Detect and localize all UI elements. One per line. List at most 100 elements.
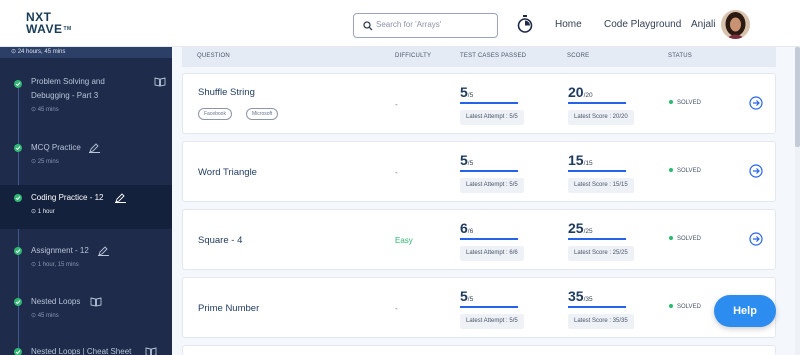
latest-score-pill: Latest Score : 15/15 [568, 178, 634, 193]
logo-tm: TM [63, 26, 72, 32]
sidebar-item-nested-loops[interactable]: Nested Loops ⊙ 45 mins [0, 295, 172, 323]
sidebar-item-problem-solving[interactable]: Problem Solving and Debugging - Part 3 ⊙… [0, 75, 172, 125]
nav-home-link[interactable]: Home [555, 19, 582, 30]
sidebar-item-title: Assignment - 12 [31, 246, 89, 255]
tests-progress-bar [460, 102, 518, 104]
difficulty-value: Easy [395, 236, 413, 245]
header-difficulty: DIFFICULTY [395, 53, 432, 59]
sidebar-item-title: Nested Loops | Cheat Sheet [31, 347, 132, 355]
table-row-prime-number[interactable]: Prime Number - 5/5 Latest Attempt : 5/5 … [182, 277, 776, 338]
latest-attempt-pill: Latest Attempt : 6/6 [460, 246, 524, 261]
tests-passed-value: 5 [460, 84, 468, 100]
pencil-icon [89, 143, 100, 153]
book-icon [145, 347, 157, 355]
sidebar-item-duration: 45 mins [37, 107, 59, 113]
question-title[interactable]: Shuffle String [198, 87, 255, 98]
tests-progress-bar [460, 306, 518, 308]
difficulty-value: - [395, 100, 398, 109]
score-progress-bar [568, 238, 626, 240]
completed-check-icon [14, 247, 22, 255]
clock-icon: ⊙ [31, 107, 38, 113]
book-icon [90, 297, 102, 307]
difficulty-value: - [395, 168, 398, 177]
tag-microsoft: Microsoft [246, 108, 279, 120]
completed-check-icon [14, 80, 22, 88]
tests-total-value: /5 [467, 92, 474, 99]
clock-icon: ⊙ [31, 313, 38, 319]
tests-total-value: /5 [467, 160, 474, 167]
book-icon [154, 77, 166, 87]
completed-check-icon [14, 298, 22, 306]
top-header: NXT WAVETM Search for 'Arrays' Home Code… [0, 0, 800, 47]
sidebar-item-nested-loops-cheat-sheet[interactable]: Nested Loops | Cheat Sheet [0, 345, 172, 355]
score-value: 25 [568, 220, 584, 236]
latest-score-pill: Latest Score : 20/20 [568, 110, 634, 125]
score-progress-bar [568, 306, 626, 308]
question-title[interactable]: Word Triangle [198, 167, 257, 178]
scrollbar-thumb[interactable] [795, 47, 800, 147]
tests-total-value: /6 [467, 228, 474, 235]
sidebar-item-assignment-12[interactable]: Assignment - 12 ⊙ 1 hour, 15 mins [0, 244, 172, 272]
score-value: 15 [568, 152, 584, 168]
table-row-square-4[interactable]: Square - 4 Easy 6/6 Latest Attempt : 6/6… [182, 209, 776, 270]
arrow-right-circle-icon[interactable] [749, 232, 763, 246]
sidebar-item-coding-practice-12[interactable]: Coding Practice - 12 ⊙ 1 hour [0, 185, 172, 229]
latest-score-pill: Latest Score : 35/35 [568, 314, 634, 329]
search-icon [363, 21, 373, 31]
sidebar-item-title-line2: Debugging - Part 3 [31, 91, 99, 100]
stopwatch-icon[interactable] [517, 15, 533, 33]
score-total-value: /25 [583, 228, 593, 235]
arrow-right-circle-icon[interactable] [749, 96, 763, 110]
tests-total-value: /5 [467, 296, 474, 303]
solved-dot-icon [669, 100, 673, 105]
sidebar-item-title: Nested Loops [31, 297, 81, 306]
sidebar-item-title: MCQ Practice [31, 143, 81, 152]
latest-attempt-pill: Latest Attempt : 5/5 [460, 314, 524, 329]
search-input[interactable]: Search for 'Arrays' [353, 13, 498, 38]
tests-progress-bar [460, 238, 518, 240]
table-row-next[interactable] [182, 345, 776, 355]
avatar[interactable] [721, 10, 750, 39]
sidebar-item-duration: 45 mins [37, 313, 59, 319]
score-total-value: /35 [583, 296, 593, 303]
sidebar-item-title: Problem Solving and [31, 77, 105, 86]
pencil-icon [115, 193, 126, 203]
clock-icon: ⊙ [31, 159, 38, 165]
clock-icon: ⊙ [31, 262, 38, 268]
header-question: QUESTION [197, 53, 230, 59]
sidebar-item-duration: 1 hour [37, 209, 55, 215]
sidebar-total-duration: ⊙ 24 hours, 45 mins [0, 47, 172, 58]
table-row-shuffle-string[interactable]: Shuffle String Facebook Microsoft - 5/5 … [182, 73, 776, 134]
sidebar-item-duration: 1 hour, 15 mins [37, 262, 79, 268]
tests-progress-bar [460, 170, 518, 172]
table-header: QUESTION DIFFICULTY TEST CASES PASSED SC… [182, 47, 776, 67]
latest-attempt-pill: Latest Attempt : 5/5 [460, 178, 524, 193]
user-name[interactable]: Anjali [691, 19, 715, 30]
clock-icon: ⊙ [11, 49, 18, 55]
help-button[interactable]: Help [714, 295, 776, 327]
nxtwave-logo[interactable]: NXT WAVETM [26, 11, 86, 37]
solved-dot-icon [669, 168, 673, 173]
sidebar-item-duration: 25 mins [37, 159, 59, 165]
sidebar-item-mcq-practice[interactable]: MCQ Practice ⊙ 25 mins [0, 141, 172, 169]
arrow-right-circle-icon[interactable] [749, 164, 763, 178]
clock-icon: ⊙ [31, 209, 38, 215]
nav-code-playground-link[interactable]: Code Playground [604, 19, 681, 30]
pencil-icon [98, 246, 109, 256]
question-title[interactable]: Square - 4 [198, 235, 242, 246]
latest-score-pill: Latest Score : 25/25 [568, 246, 634, 261]
tests-passed-value: 5 [460, 288, 468, 304]
total-duration-text: 24 hours, 45 mins [17, 49, 66, 55]
completed-check-icon [14, 348, 22, 355]
tests-passed-value: 6 [460, 220, 468, 236]
score-total-value: /20 [583, 92, 593, 99]
tests-passed-value: 5 [460, 152, 468, 168]
tag-facebook: Facebook [198, 108, 232, 120]
table-row-word-triangle[interactable]: Word Triangle - 5/5 Latest Attempt : 5/5… [182, 141, 776, 202]
header-score: SCORE [567, 53, 590, 59]
status-badge: SOLVED [677, 236, 701, 242]
solved-dot-icon [669, 236, 673, 241]
question-title[interactable]: Prime Number [198, 303, 259, 314]
logo-line-2: WAVE [26, 22, 63, 36]
score-progress-bar [568, 102, 626, 104]
